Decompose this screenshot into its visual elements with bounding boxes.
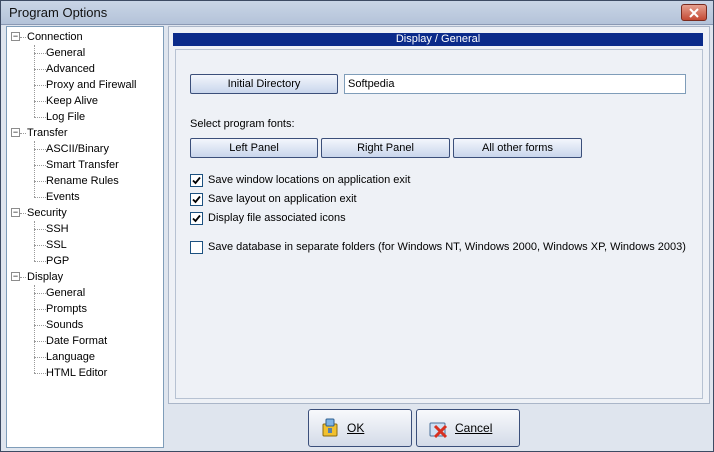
tree-item[interactable]: Log File bbox=[46, 109, 85, 125]
ok-button[interactable]: OK bbox=[308, 409, 412, 447]
program-options-window: Program Options − Connection General Advanc… bbox=[0, 0, 714, 452]
tree-connector bbox=[20, 277, 26, 278]
tree-connector bbox=[34, 221, 35, 261]
tree-item[interactable]: General bbox=[46, 45, 85, 61]
tree-item[interactable]: Advanced bbox=[46, 61, 95, 77]
window-title: Program Options bbox=[9, 5, 108, 20]
initial-directory-field[interactable] bbox=[344, 74, 686, 94]
ok-icon bbox=[322, 418, 338, 437]
fonts-label: Select program fonts: bbox=[190, 118, 295, 130]
tree-connector bbox=[34, 293, 46, 294]
tree-expander-connection[interactable]: − bbox=[11, 32, 20, 41]
tree-item[interactable]: SSL bbox=[46, 237, 67, 253]
title-bar[interactable]: Program Options bbox=[1, 1, 713, 25]
tree-connector bbox=[34, 85, 46, 86]
checkmark-icon bbox=[192, 195, 201, 203]
separate-folders-checkbox[interactable] bbox=[190, 240, 203, 254]
panel-header: Display / General bbox=[173, 33, 703, 46]
tree-connector bbox=[34, 309, 46, 310]
checkmark-icon bbox=[192, 176, 201, 184]
other-forms-font-button[interactable]: All other forms bbox=[453, 138, 582, 158]
tree-expander-security[interactable]: − bbox=[11, 208, 20, 217]
panel-content: Initial Directory Select program fonts: … bbox=[175, 49, 703, 399]
tree-connector bbox=[20, 133, 26, 134]
close-button[interactable] bbox=[681, 4, 707, 21]
tree-item[interactable]: Events bbox=[46, 189, 80, 205]
tree-group-display[interactable]: Display bbox=[27, 269, 63, 285]
display-file-icons-label: Display file associated icons bbox=[208, 212, 346, 224]
tree-connector bbox=[34, 357, 46, 358]
tree-connector bbox=[34, 285, 35, 373]
tree-connector bbox=[34, 45, 35, 117]
tree-item[interactable]: Smart Transfer bbox=[46, 157, 119, 173]
tree-connector bbox=[34, 325, 46, 326]
tree-group-security[interactable]: Security bbox=[27, 205, 67, 221]
tree-connector bbox=[34, 341, 46, 342]
tree-item[interactable]: Language bbox=[46, 349, 95, 365]
tree-group-transfer[interactable]: Transfer bbox=[27, 125, 68, 141]
right-panel-font-button[interactable]: Right Panel bbox=[321, 138, 450, 158]
tree-item[interactable]: Keep Alive bbox=[46, 93, 98, 109]
close-icon bbox=[689, 7, 699, 18]
separate-folders-label: Save database in separate folders (for W… bbox=[208, 241, 686, 253]
tree-expander-transfer[interactable]: − bbox=[11, 128, 20, 137]
save-layout-option[interactable]: Save layout on application exit bbox=[190, 192, 357, 206]
tree-item[interactable]: HTML Editor bbox=[46, 365, 107, 381]
cancel-button[interactable]: Cancel bbox=[416, 409, 520, 447]
tree-connector bbox=[20, 37, 26, 38]
tree-connector bbox=[34, 229, 46, 230]
separate-folders-option[interactable]: Save database in separate folders (for W… bbox=[190, 240, 686, 254]
tree-connector bbox=[34, 181, 46, 182]
tree-item[interactable]: Prompts bbox=[46, 301, 87, 317]
tree-group-connection[interactable]: Connection bbox=[27, 29, 83, 45]
tree-connector bbox=[20, 213, 26, 214]
display-file-icons-checkbox[interactable] bbox=[190, 211, 203, 225]
tree-connector bbox=[34, 373, 46, 374]
initial-directory-button[interactable]: Initial Directory bbox=[190, 74, 338, 94]
tree-connector bbox=[34, 149, 46, 150]
tree-connector bbox=[34, 197, 46, 198]
tree-expander-display[interactable]: − bbox=[11, 272, 20, 281]
tree-connector bbox=[34, 245, 46, 246]
save-layout-checkbox[interactable] bbox=[190, 192, 203, 206]
tree-item[interactable]: PGP bbox=[46, 253, 69, 269]
cancel-label: Cancel bbox=[455, 421, 493, 435]
tree-connector bbox=[34, 69, 46, 70]
tree-connector bbox=[34, 101, 46, 102]
tree-item[interactable]: Rename Rules bbox=[46, 173, 119, 189]
options-panel: Display / General Initial Directory Sele… bbox=[168, 26, 710, 404]
tree-item[interactable]: Sounds bbox=[46, 317, 83, 333]
tree-item[interactable]: SSH bbox=[46, 221, 69, 237]
options-tree[interactable]: − Connection General Advanced Proxy and Fire… bbox=[6, 26, 164, 448]
ok-label: OK bbox=[347, 421, 365, 435]
tree-connector bbox=[34, 261, 46, 262]
tree-connector bbox=[34, 53, 46, 54]
left-panel-font-button[interactable]: Left Panel bbox=[190, 138, 318, 158]
save-window-locations-label: Save window locations on application exi… bbox=[208, 174, 411, 186]
tree-connector bbox=[34, 165, 46, 166]
tree-item[interactable]: ASCII/Binary bbox=[46, 141, 109, 157]
save-window-locations-checkbox[interactable] bbox=[190, 173, 203, 187]
tree-connector bbox=[34, 117, 46, 118]
tree-item[interactable]: General bbox=[46, 285, 85, 301]
display-file-icons-option[interactable]: Display file associated icons bbox=[190, 211, 346, 225]
checkmark-icon bbox=[192, 214, 201, 222]
tree-item[interactable]: Date Format bbox=[46, 333, 107, 349]
tree-item[interactable]: Proxy and Firewall bbox=[46, 77, 136, 93]
cancel-icon bbox=[429, 422, 448, 439]
save-layout-label: Save layout on application exit bbox=[208, 193, 357, 205]
save-window-locations-option[interactable]: Save window locations on application exi… bbox=[190, 173, 410, 187]
